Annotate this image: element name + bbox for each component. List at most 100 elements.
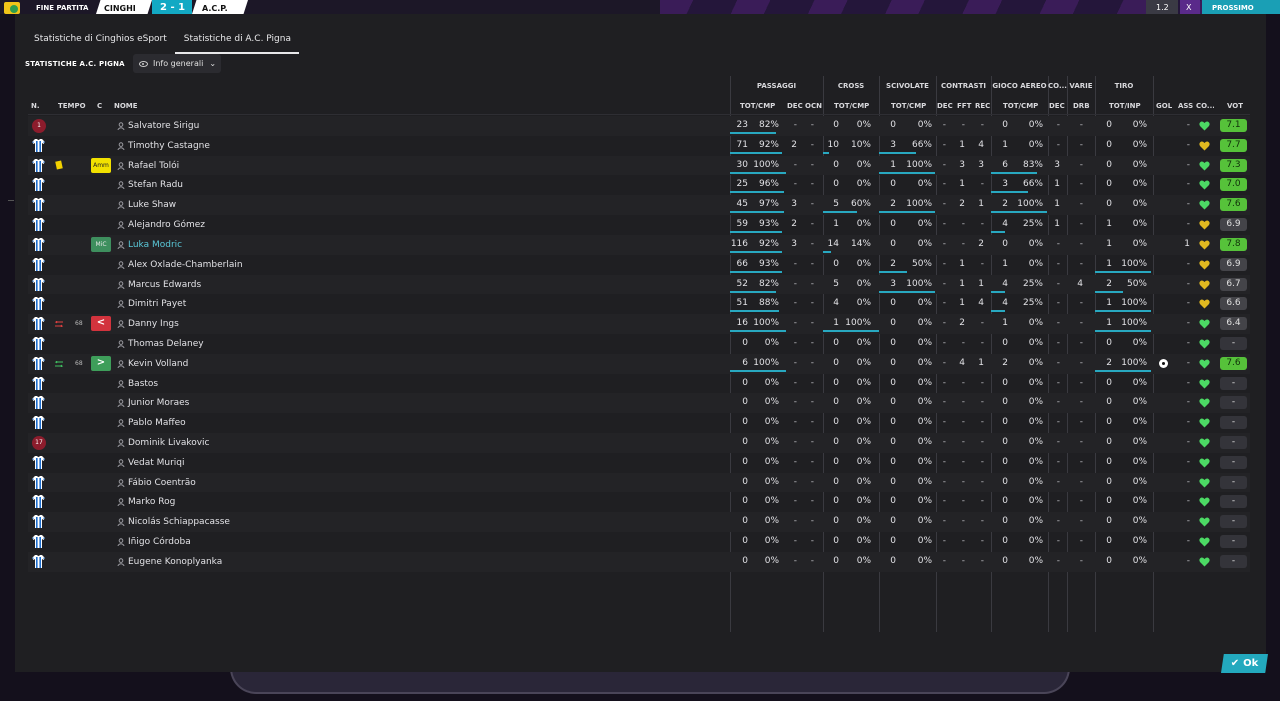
view-selector-dropdown[interactable]: Info generali ⌄ <box>133 54 221 73</box>
table-row[interactable]: Marko Rog 0 0% - -0 0% 0 0% - - -0 0% - -0 0% - - <box>28 492 1250 512</box>
player-name[interactable]: Rafael Tolói <box>128 161 179 171</box>
group-header-co: CO... <box>1048 82 1067 90</box>
table-row[interactable]: Thomas Delaney 0 0% - -0 0% 0 0% - - -0 0% - -0 0% - - <box>28 334 1250 354</box>
table-row[interactable]: Amm Rafael Tolói 30 100% - -0 0% 1 100% -3 3 6 83% 3-… <box>28 155 1250 176</box>
table-row[interactable]: Timothy Castagne 71 92% 2-10 10% 3 66% -1 4 1 0% - -… <box>28 136 1250 156</box>
table-row[interactable]: Fábio Coentrão 0 0% - -0 0% 0 0% - - -0 0% - -0 0% - - <box>28 472 1250 493</box>
continue-button[interactable]: PROSSIMO <box>1202 0 1280 14</box>
table-row[interactable]: Alejandro Gómez 59 93% 2-1 0% 0 0% - - -4 25% 1-1 0%… <box>28 215 1250 235</box>
col-header-assists[interactable]: ASS <box>1178 102 1193 110</box>
col-header-drb[interactable]: DRB <box>1073 102 1090 110</box>
col-header-number[interactable]: N. <box>31 102 40 110</box>
stat-cross-total: 1 <box>833 318 839 329</box>
col-header-name[interactable]: NOME <box>114 102 138 110</box>
player-name[interactable]: Alex Oxlade-Chamberlain <box>128 260 243 270</box>
person-icon <box>117 498 125 507</box>
player-name[interactable]: Thomas Delaney <box>128 339 204 349</box>
col-header-goals[interactable]: GOL <box>1156 102 1172 110</box>
close-match-button[interactable]: X <box>1180 0 1200 14</box>
col-header-co-dec[interactable]: DEC <box>1049 102 1065 110</box>
player-name[interactable]: Dimitri Payet <box>128 299 186 309</box>
player-name[interactable]: Salvatore Sirigu <box>128 121 199 131</box>
tab-away-stats[interactable]: Statistiche di A.C. Pigna <box>174 28 299 54</box>
table-row[interactable]: Bastos 0 0% - -0 0% 0 0% - - -0 0% - -0 0% - - <box>28 374 1250 394</box>
player-name[interactable]: Junior Moraes <box>128 398 189 408</box>
player-name[interactable]: Luke Shaw <box>128 200 176 210</box>
stat-shot-pct: 0% <box>1132 238 1147 249</box>
col-header-rating[interactable]: VOT <box>1227 102 1243 110</box>
stat-shot-pct: 100% <box>1121 357 1147 368</box>
col-header-tackles-totcmp[interactable]: TOT/CMP <box>891 102 926 110</box>
tab-home-stats[interactable]: Statistiche di Cinghios eSport <box>25 28 175 54</box>
table-row[interactable]: Nicolás Schiappacasse 0 0% - -0 0% 0 0% - - -0 0% - -… <box>28 512 1250 533</box>
player-name[interactable]: Bastos <box>128 379 158 389</box>
player-name[interactable]: Kevin Volland <box>128 359 188 369</box>
condition-heart-icon <box>1199 497 1210 507</box>
rating-badge: - <box>1220 336 1247 350</box>
shirt-icon <box>31 494 46 509</box>
stat-tackle-total: 0 <box>890 357 896 368</box>
table-row[interactable]: Alex Oxlade-Chamberlain 66 93% - -0 0% 2 50% -1-… <box>28 255 1250 275</box>
player-name[interactable]: Marko Rog <box>128 497 175 507</box>
table-row[interactable]: Junior Moraes 0 0% - -0 0% 0 0% - - -0 0% - -0 0% - - <box>28 393 1250 414</box>
stat-shot-pct: 0% <box>1132 120 1147 130</box>
table-row[interactable]: Pablo Maffeo 0 0% - -0 0% 0 0% - - -0 0% - -0 0% - - <box>28 413 1250 433</box>
player-name[interactable]: Stefan Radu <box>128 180 183 190</box>
player-name[interactable]: Eugene Konoplyanka <box>128 557 222 567</box>
shirt-icon <box>31 316 46 331</box>
table-row[interactable]: Luke Shaw 45 97% 3-5 60% 2 100% -2 1 2 100% 1-0 0% -7… <box>28 195 1250 216</box>
match-speed-button[interactable]: 1.2 <box>1146 0 1178 14</box>
col-header-cont-rec[interactable]: REC <box>975 102 990 110</box>
col-header-time[interactable]: TEMPO <box>58 102 86 110</box>
ok-button[interactable]: ✔ Ok <box>1221 654 1268 673</box>
stat-aerial-total: 1 <box>1002 139 1008 150</box>
shirt-icon <box>31 296 46 311</box>
table-row[interactable]: Iñigo Córdoba 0 0% - -0 0% 0 0% - - -0 0% - -0 0% - - <box>28 532 1250 552</box>
col-header-pass-ocn[interactable]: OCN <box>805 102 822 110</box>
ok-button-label: Ok <box>1243 658 1259 669</box>
stat-assists: - <box>1186 120 1190 130</box>
player-name[interactable]: Danny Ings <box>128 319 179 329</box>
completion-bar <box>879 151 916 154</box>
col-header-cont-fft[interactable]: FFT <box>957 102 971 110</box>
player-name[interactable]: Vedat Muriqi <box>128 458 185 468</box>
stat-cross-total: 0 <box>833 159 839 170</box>
table-row[interactable]: MiC Luka Modric 116 92% 3-14 14% 0 0% - -2 0 0% - -1 0… <box>28 234 1250 255</box>
table-row[interactable]: 1 Salvatore Sirigu 23 82% - -0 0% 0 0% - - -0 0% - -0 0… <box>28 116 1250 136</box>
shirt-icon <box>31 336 46 351</box>
table-row[interactable]: Vedat Muriqi 0 0% - -0 0% 0 0% - - -0 0% - -0 0% - - <box>28 453 1250 473</box>
player-name[interactable]: Pablo Maffeo <box>128 418 186 428</box>
col-header-cross-totcmp[interactable]: TOT/CMP <box>834 102 869 110</box>
table-row[interactable]: Stefan Radu 25 96% - -0 0% 0 0% -1-3 66% 1-0 0% -7.0 <box>28 175 1250 195</box>
col-header-shots-totinp[interactable]: TOT/INP <box>1109 102 1141 110</box>
col-header-aerial-totcmp[interactable]: TOT/CMP <box>1003 102 1038 110</box>
col-header-pass-totcmp[interactable]: TOT/CMP <box>740 102 775 110</box>
stat-shot-pct: 0% <box>1132 159 1147 170</box>
col-header-co[interactable]: CO... <box>1196 102 1214 110</box>
table-row[interactable]: 68 > Kevin Volland 6 100% - -0 0% 0 0% -4 1 2 0% - -2 10… <box>28 353 1250 374</box>
table-row[interactable]: Marcus Edwards 52 82% - -5 0% 3 100% -1 1 4 25% -4 2 5… <box>28 274 1250 295</box>
player-name[interactable]: Timothy Castagne <box>128 141 210 151</box>
player-name[interactable]: Marcus Edwards <box>128 280 201 290</box>
stat-aerial-total: 0 <box>1002 377 1008 388</box>
table-row[interactable]: Eugene Konoplyanka 0 0% - -0 0% 0 0% - - -0 0% - -0 0%… <box>28 551 1250 572</box>
chevron-down-icon: ⌄ <box>209 59 217 68</box>
player-name[interactable]: Dominik Livakovic <box>128 438 210 448</box>
player-name[interactable]: Luka Modric <box>128 240 182 250</box>
table-row[interactable]: Dimitri Payet 51 88% - -4 0% 0 0% -1 4 4 25% - -1 100%… <box>28 294 1250 314</box>
player-name[interactable]: Fábio Coentrão <box>128 478 196 488</box>
completion-bar <box>1095 369 1151 372</box>
table-row[interactable]: 17 Dominik Livakovic 0 0% - -0 0% 0 0% - - -0 0% - -0 0… <box>28 433 1250 453</box>
player-name[interactable]: Alejandro Gómez <box>128 220 205 230</box>
stat-aerial-total: 0 <box>1002 238 1008 249</box>
player-name[interactable]: Nicolás Schiappacasse <box>128 517 230 527</box>
table-row[interactable]: 68 < Danny Ings 16 100% - -1 100% 0 0% -2-1 0% - -1 10… <box>28 314 1250 334</box>
col-header-cont-dec[interactable]: DEC <box>937 102 953 110</box>
stat-shot-pct: 100% <box>1121 298 1147 309</box>
col-header-pass-dec[interactable]: DEC <box>787 102 803 110</box>
player-name[interactable]: Iñigo Córdoba <box>128 537 191 547</box>
stat-tackle-total: 3 <box>890 139 896 150</box>
col-header-c[interactable]: C <box>97 102 102 110</box>
stat-pass-total: 116 <box>730 238 748 249</box>
stat-shot-total: 0 <box>1106 476 1112 487</box>
